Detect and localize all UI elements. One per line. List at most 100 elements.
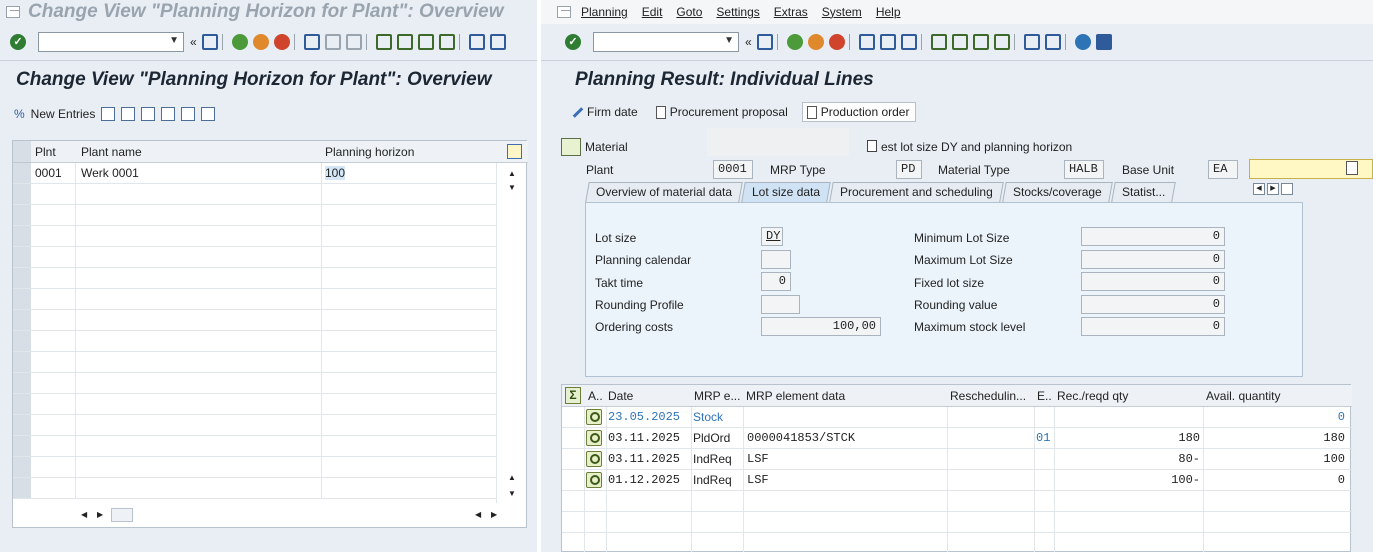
collapse-icon[interactable]: « <box>190 35 197 49</box>
column-header-mrp-element-data[interactable]: MRP element data <box>744 385 946 407</box>
mrp-line[interactable]: 03.11.2025 IndReq LSF 80- 100 <box>562 449 1352 470</box>
menu-planning[interactable]: Planning <box>581 5 628 19</box>
plant-cell[interactable]: 0001 <box>32 163 74 184</box>
scroll-up-icon[interactable]: ▲ <box>508 169 516 178</box>
chevron-down-icon[interactable]: ▼ <box>169 35 179 46</box>
material-type-field[interactable]: HALB <box>1064 160 1104 179</box>
rounding-value-field[interactable]: 0 <box>1081 295 1225 314</box>
detail-magnifier-icon[interactable] <box>586 472 602 488</box>
column-header-received-required-qty[interactable]: Rec./reqd qty <box>1055 385 1203 407</box>
tab-scroll-left-icon[interactable]: ◀ <box>1253 183 1265 195</box>
mrp-type-field[interactable]: PD <box>896 160 922 179</box>
enter-icon[interactable]: ✓ <box>565 34 581 50</box>
horizontal-scrollbar[interactable]: ◀ ▶ ◀ ▶ <box>71 507 521 525</box>
menu-settings[interactable]: Settings <box>716 5 759 19</box>
mrp-line[interactable]: 01.12.2025 IndReq LSF 100- 0 <box>562 470 1352 491</box>
scroll-right-icon[interactable]: ▶ <box>491 510 497 519</box>
menu-icon[interactable] <box>557 6 571 18</box>
next-page-icon[interactable] <box>417 34 434 50</box>
save-icon[interactable] <box>756 34 773 50</box>
cancel-icon[interactable] <box>828 34 845 50</box>
column-header-available-quantity[interactable]: Avail. quantity <box>1204 385 1350 407</box>
save-icon[interactable] <box>201 34 218 50</box>
edit-note-icon[interactable] <box>1346 161 1358 175</box>
production-order-button[interactable]: Production order <box>801 102 917 122</box>
help-icon[interactable] <box>1074 34 1091 50</box>
column-header-plant-name[interactable]: Plant name <box>77 141 142 163</box>
maximum-stock-level-field[interactable]: 0 <box>1081 317 1225 336</box>
firm-date-button[interactable]: Firm date <box>567 102 644 122</box>
detail-magnifier-icon[interactable] <box>586 451 602 467</box>
first-page-icon[interactable] <box>375 34 392 50</box>
expand-header-icon[interactable] <box>561 138 581 156</box>
find-icon[interactable] <box>879 34 896 50</box>
tab-list-icon[interactable] <box>1281 183 1293 195</box>
delete-icon[interactable] <box>121 107 136 121</box>
next-page-icon[interactable] <box>972 34 989 50</box>
sum-icon[interactable]: Σ <box>565 387 581 404</box>
procurement-proposal-button[interactable]: Procurement proposal <box>652 102 794 122</box>
shortcut-icon[interactable] <box>489 34 506 50</box>
menu-system[interactable]: System <box>822 5 862 19</box>
tab-procurement-scheduling[interactable]: Procurement and scheduling <box>829 182 1004 202</box>
column-header-mrp-element[interactable]: MRP e... <box>692 385 744 407</box>
collapse-icon[interactable]: « <box>745 35 752 49</box>
menu-extras[interactable]: Extras <box>774 5 808 19</box>
enter-icon[interactable]: ✓ <box>10 34 26 50</box>
cancel-icon[interactable] <box>273 34 290 50</box>
menu-edit[interactable]: Edit <box>642 5 663 19</box>
select-all-icon[interactable] <box>161 107 176 121</box>
scroll-left-icon[interactable]: ◀ <box>475 510 481 519</box>
base-unit-field[interactable]: EA <box>1208 160 1238 179</box>
column-header-plant[interactable]: Plnt <box>31 141 56 163</box>
new-session-icon[interactable] <box>468 34 485 50</box>
tab-stocks-coverage[interactable]: Stocks/coverage <box>1002 182 1113 202</box>
find-icon[interactable] <box>324 34 341 50</box>
lot-size-field[interactable]: DY <box>761 227 783 246</box>
ordering-costs-field[interactable]: 100,00 <box>761 317 881 336</box>
back-icon[interactable] <box>786 34 803 50</box>
select-all-rows[interactable] <box>13 141 31 163</box>
material-number-field[interactable] <box>707 128 849 156</box>
print-icon[interactable] <box>858 34 875 50</box>
find-next-icon[interactable] <box>345 34 362 50</box>
scroll-down-icon[interactable]: ▼ <box>508 183 516 192</box>
mrp-line[interactable]: 03.11.2025 PldOrd 0000041853/STCK 01 180 180 <box>562 428 1352 449</box>
tab-lot-size-data[interactable]: Lot size data <box>741 182 831 202</box>
column-header-date[interactable]: Date <box>606 385 690 407</box>
minimum-lot-size-field[interactable]: 0 <box>1081 227 1225 246</box>
scroll-thumb[interactable] <box>111 508 133 522</box>
plant-name-cell[interactable]: Werk 0001 <box>78 163 318 184</box>
find-next-icon[interactable] <box>900 34 917 50</box>
detail-magnifier-icon[interactable] <box>586 409 602 425</box>
column-header-exception[interactable]: E.. <box>1035 385 1055 407</box>
rounding-profile-field[interactable] <box>761 295 800 314</box>
last-page-icon[interactable] <box>993 34 1010 50</box>
menu-goto[interactable]: Goto <box>676 5 702 19</box>
exit-icon[interactable] <box>252 34 269 50</box>
last-page-icon[interactable] <box>438 34 455 50</box>
column-header-a[interactable]: A.. <box>586 385 606 407</box>
new-entries-button[interactable]: New Entries <box>31 107 96 121</box>
first-page-icon[interactable] <box>930 34 947 50</box>
tab-overview-material-data[interactable]: Overview of material data <box>585 182 743 202</box>
vertical-scrollbar[interactable]: ▲ ▼ ▲ ▼ <box>496 163 526 503</box>
scroll-right-icon[interactable]: ▶ <box>97 510 103 519</box>
detail-magnifier-icon[interactable] <box>586 430 602 446</box>
command-field[interactable]: ▼ <box>38 32 184 52</box>
undo-icon[interactable] <box>141 107 156 121</box>
tab-scroll-right-icon[interactable]: ▶ <box>1267 183 1279 195</box>
mrp-line[interactable]: 23.05.2025 Stock 0 <box>562 407 1352 428</box>
menu-icon[interactable] <box>6 6 20 18</box>
print-icon[interactable] <box>303 34 320 50</box>
maximum-lot-size-field[interactable]: 0 <box>1081 250 1225 269</box>
command-field[interactable]: ▼ <box>593 32 739 52</box>
back-icon[interactable] <box>231 34 248 50</box>
previous-page-icon[interactable] <box>396 34 413 50</box>
column-header-rescheduling[interactable]: Reschedulin... <box>948 385 1036 407</box>
tab-statistics[interactable]: Statist... <box>1110 182 1176 202</box>
shortcut-icon[interactable] <box>1044 34 1061 50</box>
column-header-planning-horizon[interactable]: Planning horizon <box>321 141 414 163</box>
menu-help[interactable]: Help <box>876 5 901 19</box>
scroll-up-icon[interactable]: ▲ <box>508 473 516 482</box>
